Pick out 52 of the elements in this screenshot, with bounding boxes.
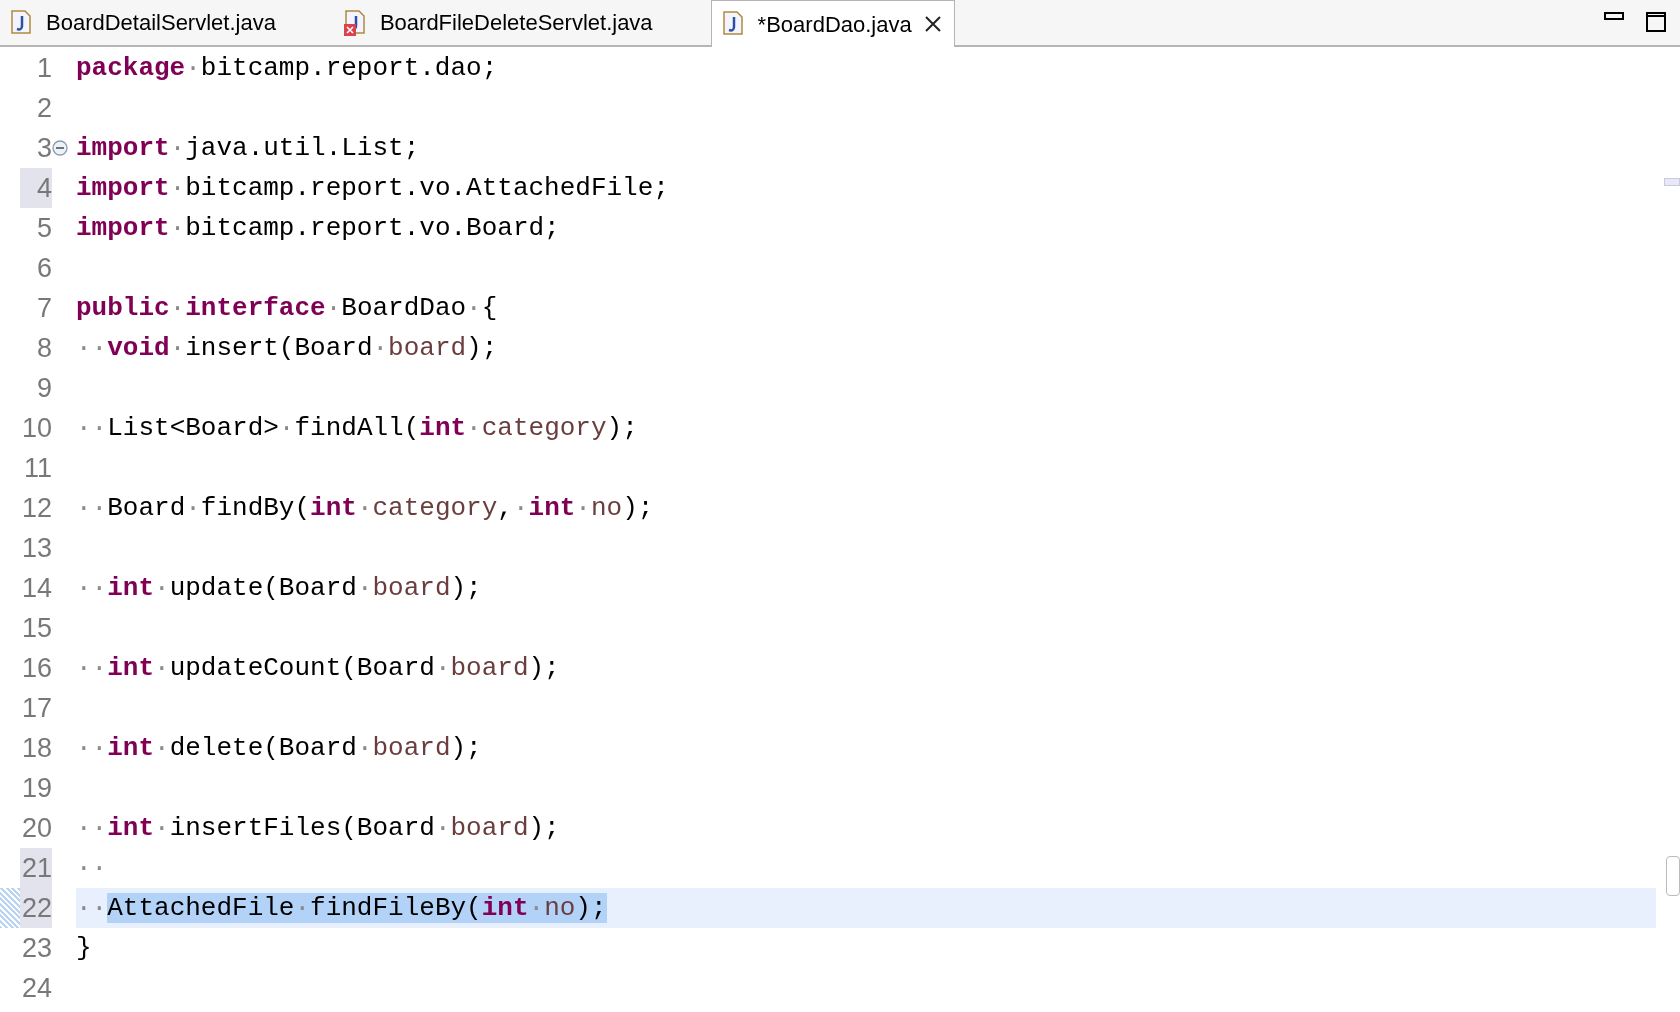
line-number: 10 (20, 411, 52, 445)
code-line: public·interface·BoardDao·{ (76, 292, 498, 324)
minimize-icon[interactable] (1604, 12, 1624, 20)
line-number: 5 (35, 211, 52, 245)
code-line: ··int·update(Board·board); (76, 572, 482, 604)
code-line: import·bitcamp.report.vo.Board; (76, 212, 560, 244)
line-number: 24 (20, 971, 52, 1005)
line-number: 13 (20, 531, 52, 565)
line-number: 7 (35, 291, 52, 325)
overview-ruler-mark (1664, 178, 1680, 186)
code-line: ··List<Board>·findAll(int·category); (76, 412, 638, 444)
scrollbar-thumb[interactable] (1666, 856, 1680, 896)
code-line: ··int·updateCount(Board·board); (76, 652, 560, 684)
code-line: ··Board·findBy(int·category,·int·no); (76, 492, 654, 524)
line-number: 17 (20, 691, 52, 725)
editor-tab[interactable]: BoardFileDeleteServlet.java (333, 0, 711, 45)
line-number: 15 (20, 611, 52, 645)
code-line: import·bitcamp.report.vo.AttachedFile; (76, 172, 669, 204)
line-number: 16 (20, 651, 52, 685)
line-number: 8 (35, 331, 52, 365)
line-number: 11 (22, 451, 52, 485)
fold-minus-icon[interactable] (52, 140, 68, 156)
tab-label: *BoardDao.java (757, 10, 912, 39)
line-number: 18 (20, 731, 52, 765)
code-line: import·java.util.List; (76, 132, 420, 164)
line-number: 22 (20, 888, 52, 928)
line-number: 6 (35, 251, 52, 285)
code-line: ··void·insert(Board·board); (76, 332, 498, 364)
code-line: ··int·insertFiles(Board·board); (76, 812, 560, 844)
line-number: 21 (20, 848, 52, 888)
close-icon[interactable] (923, 15, 942, 33)
line-number: 4 (20, 168, 52, 208)
line-number: 19 (20, 771, 52, 805)
maximize-icon[interactable] (1646, 12, 1666, 32)
code-line: package·bitcamp.report.dao; (76, 52, 498, 84)
code-line: ··int·delete(Board·board); (76, 732, 482, 764)
code-line: } (76, 932, 92, 964)
line-number: 12 (20, 491, 52, 525)
line-number: 20 (20, 811, 52, 845)
line-number: 2 (35, 91, 52, 125)
tab-label: BoardFileDeleteServlet.java (379, 9, 653, 37)
java-file-icon (10, 9, 34, 36)
line-number: 9 (35, 371, 52, 405)
java-file-icon (721, 11, 746, 37)
line-number: 3 (35, 131, 52, 165)
editor-tab[interactable]: *BoardDao.java (710, 0, 955, 47)
line-number: 14 (20, 571, 52, 605)
line-number: 23 (20, 931, 52, 965)
code-line: ·· (76, 852, 108, 884)
tab-label: BoardDetailServlet.java (46, 9, 276, 37)
editor-tab[interactable]: BoardDetailServlet.java (0, 0, 334, 45)
line-number: 1 (35, 51, 52, 85)
